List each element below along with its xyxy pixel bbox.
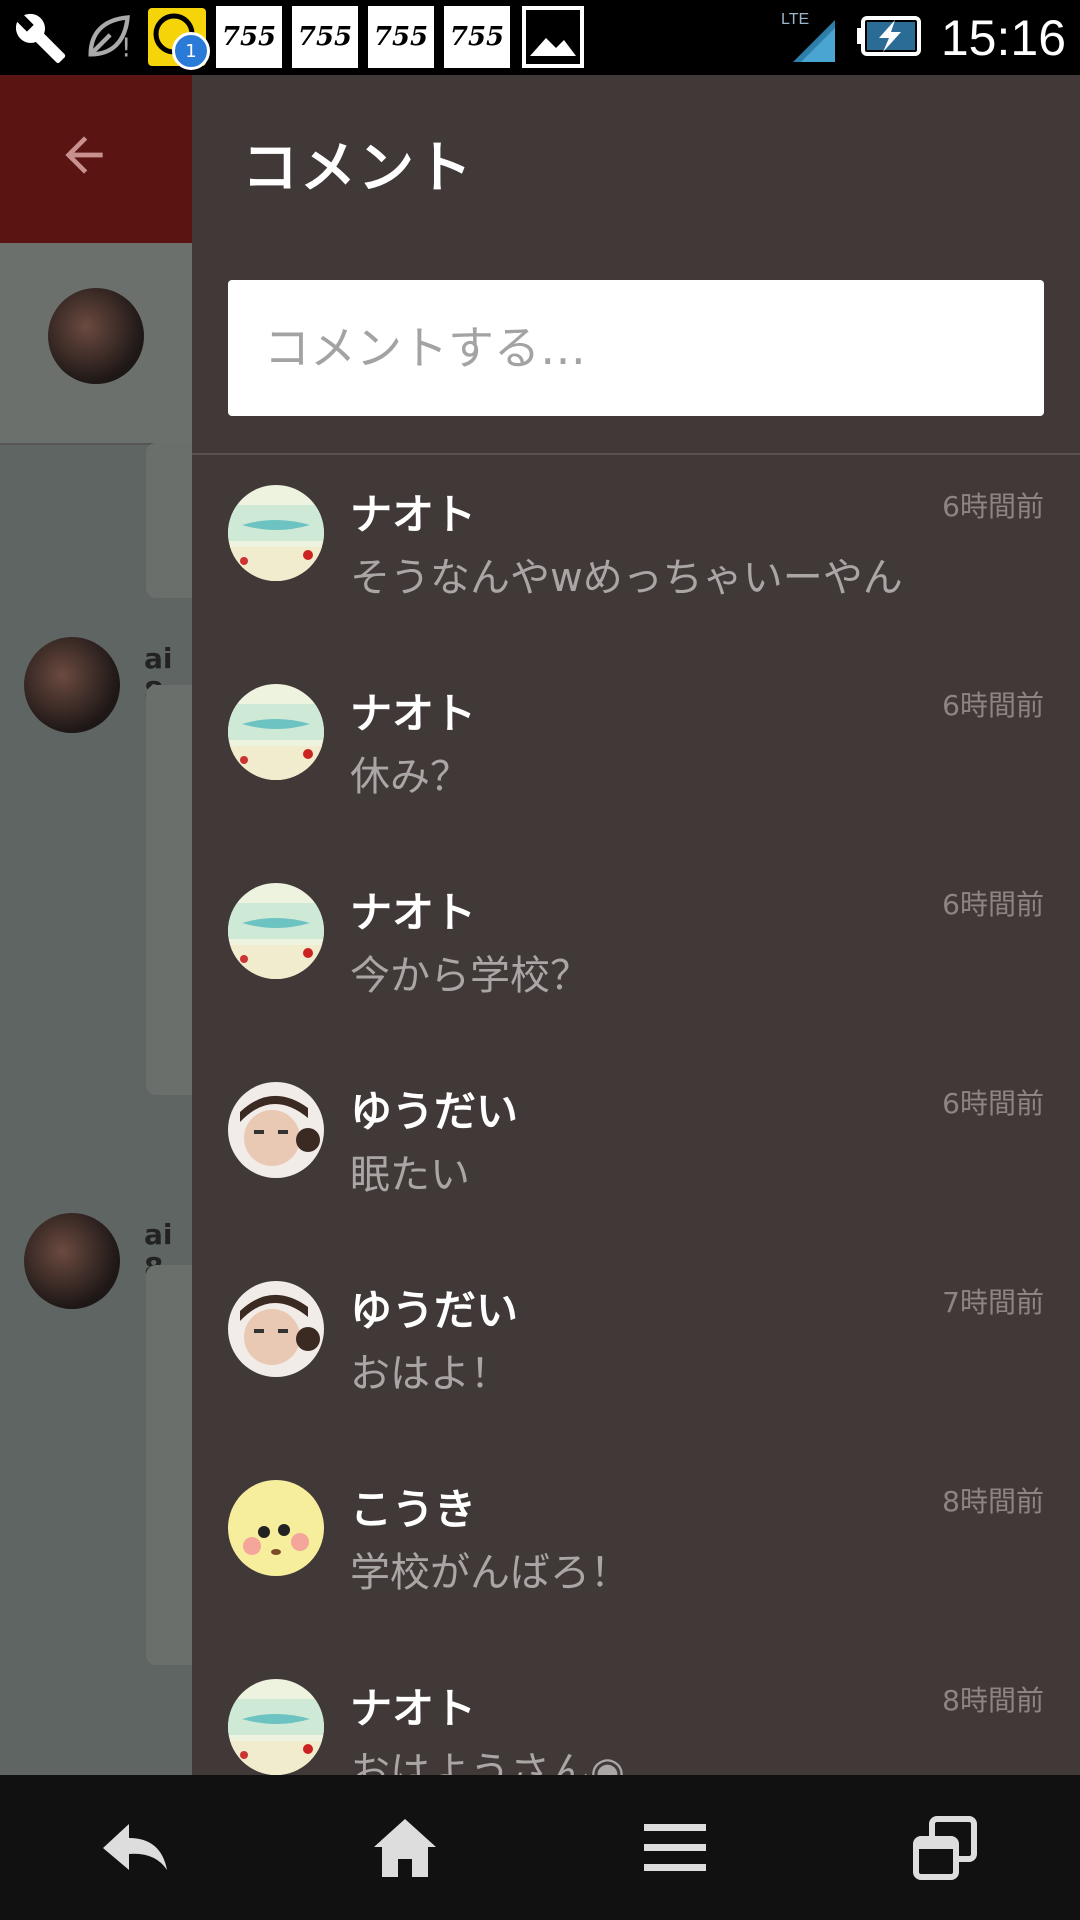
back-arrow-icon[interactable] xyxy=(56,127,116,187)
comment-text: そうなんやwめっちゃいーやん xyxy=(350,555,903,601)
comment-input[interactable] xyxy=(228,280,1044,416)
image-icon xyxy=(522,6,584,68)
avatar-yudai[interactable] xyxy=(228,1082,324,1178)
comment-time: 8時間前 xyxy=(942,1485,1044,1518)
comment-author: ゆうだい xyxy=(350,1286,519,1335)
background-post-card xyxy=(146,443,192,598)
avatar-naoto[interactable] xyxy=(228,883,324,979)
comment-item[interactable]: こうき 学校がんばろ！ 8時間前 xyxy=(192,1450,1080,1649)
comment-time: 8時間前 xyxy=(942,1684,1044,1717)
comment-item[interactable]: ナオト 今から学校？ 6時間前 xyxy=(192,853,1080,1052)
background-profile-header xyxy=(0,243,192,445)
status-bar: ! 1 755 755 755 755 LTE 15:16 xyxy=(0,0,1080,75)
comment-text: おはよ！ xyxy=(350,1351,510,1397)
comment-item[interactable]: ナオト そうなんやwめっちゃいーやん 6時間前 xyxy=(192,455,1080,654)
notification-tile: 755 xyxy=(292,6,358,68)
comment-time: 6時間前 xyxy=(942,888,1044,921)
drawer-title: コメント xyxy=(242,136,474,201)
menu-icon[interactable] xyxy=(605,1798,745,1898)
comment-time: 6時間前 xyxy=(942,1087,1044,1120)
comment-author: こうき xyxy=(350,1485,477,1534)
avatar-naoto[interactable] xyxy=(228,1679,324,1775)
leaf-icon: ! xyxy=(78,7,138,67)
comment-author: ナオト xyxy=(350,1684,477,1733)
avatar-yudai[interactable] xyxy=(228,1281,324,1377)
avatar xyxy=(24,1213,120,1309)
comment-item[interactable]: ゆうだい おはよ！ 7時間前 xyxy=(192,1251,1080,1450)
back-icon[interactable] xyxy=(65,1798,205,1898)
comment-author: ナオト xyxy=(350,689,477,738)
avatar xyxy=(48,288,144,384)
notification-app-icon: 1 xyxy=(148,8,210,70)
comment-time: 6時間前 xyxy=(942,490,1044,523)
comment-item[interactable]: ナオト おはようさん◉ 8時間前 xyxy=(192,1649,1080,1775)
comment-item[interactable]: ゆうだい 眠たい 6時間前 xyxy=(192,1052,1080,1251)
comment-time: 7時間前 xyxy=(942,1286,1044,1319)
wrench-icon xyxy=(12,7,72,67)
background-page: ai 8 ai 8 xyxy=(0,75,192,1775)
avatar-naoto[interactable] xyxy=(228,485,324,581)
battery-charging-icon xyxy=(856,14,923,62)
comments-drawer: コメント ナオト そうなんやwめっちゃいーやん 6時間前 ナオト 休み？ 6時間… xyxy=(192,75,1080,1775)
lte-signal-icon: LTE xyxy=(779,6,839,70)
background-post-card xyxy=(146,685,192,1095)
comment-author: ナオト xyxy=(350,490,477,539)
home-icon[interactable] xyxy=(335,1798,475,1898)
comment-text: 今から学校？ xyxy=(350,953,590,999)
comment-list: ナオト そうなんやwめっちゃいーやん 6時間前 ナオト 休み？ 6時間前 ナオト… xyxy=(192,455,1080,1775)
notification-tile: 755 xyxy=(368,6,434,68)
avatar-kouki[interactable] xyxy=(228,1480,324,1576)
comment-text: 休み？ xyxy=(350,754,470,800)
notification-tile: 755 xyxy=(216,6,282,68)
avatar xyxy=(24,637,120,733)
clock: 15:16 xyxy=(940,9,1066,66)
background-post-card xyxy=(146,1265,192,1665)
comment-text: 眠たい xyxy=(350,1152,470,1198)
avatar-naoto[interactable] xyxy=(228,684,324,780)
notification-tile: 755 xyxy=(444,6,510,68)
comment-text: 学校がんばろ！ xyxy=(350,1550,630,1596)
navigation-bar xyxy=(0,1775,1080,1920)
recent-apps-icon[interactable] xyxy=(875,1798,1015,1898)
svg-text:!: ! xyxy=(121,34,131,64)
comment-item[interactable]: ナオト 休み？ 6時間前 xyxy=(192,654,1080,853)
comment-author: ナオト xyxy=(350,888,477,937)
comment-text: おはようさん◉ xyxy=(350,1749,625,1775)
comment-author: ゆうだい xyxy=(350,1087,519,1136)
background-toolbar xyxy=(0,75,192,243)
svg-text:LTE: LTE xyxy=(781,11,809,28)
comment-time: 6時間前 xyxy=(942,689,1044,722)
notification-badge: 1 xyxy=(172,32,210,70)
